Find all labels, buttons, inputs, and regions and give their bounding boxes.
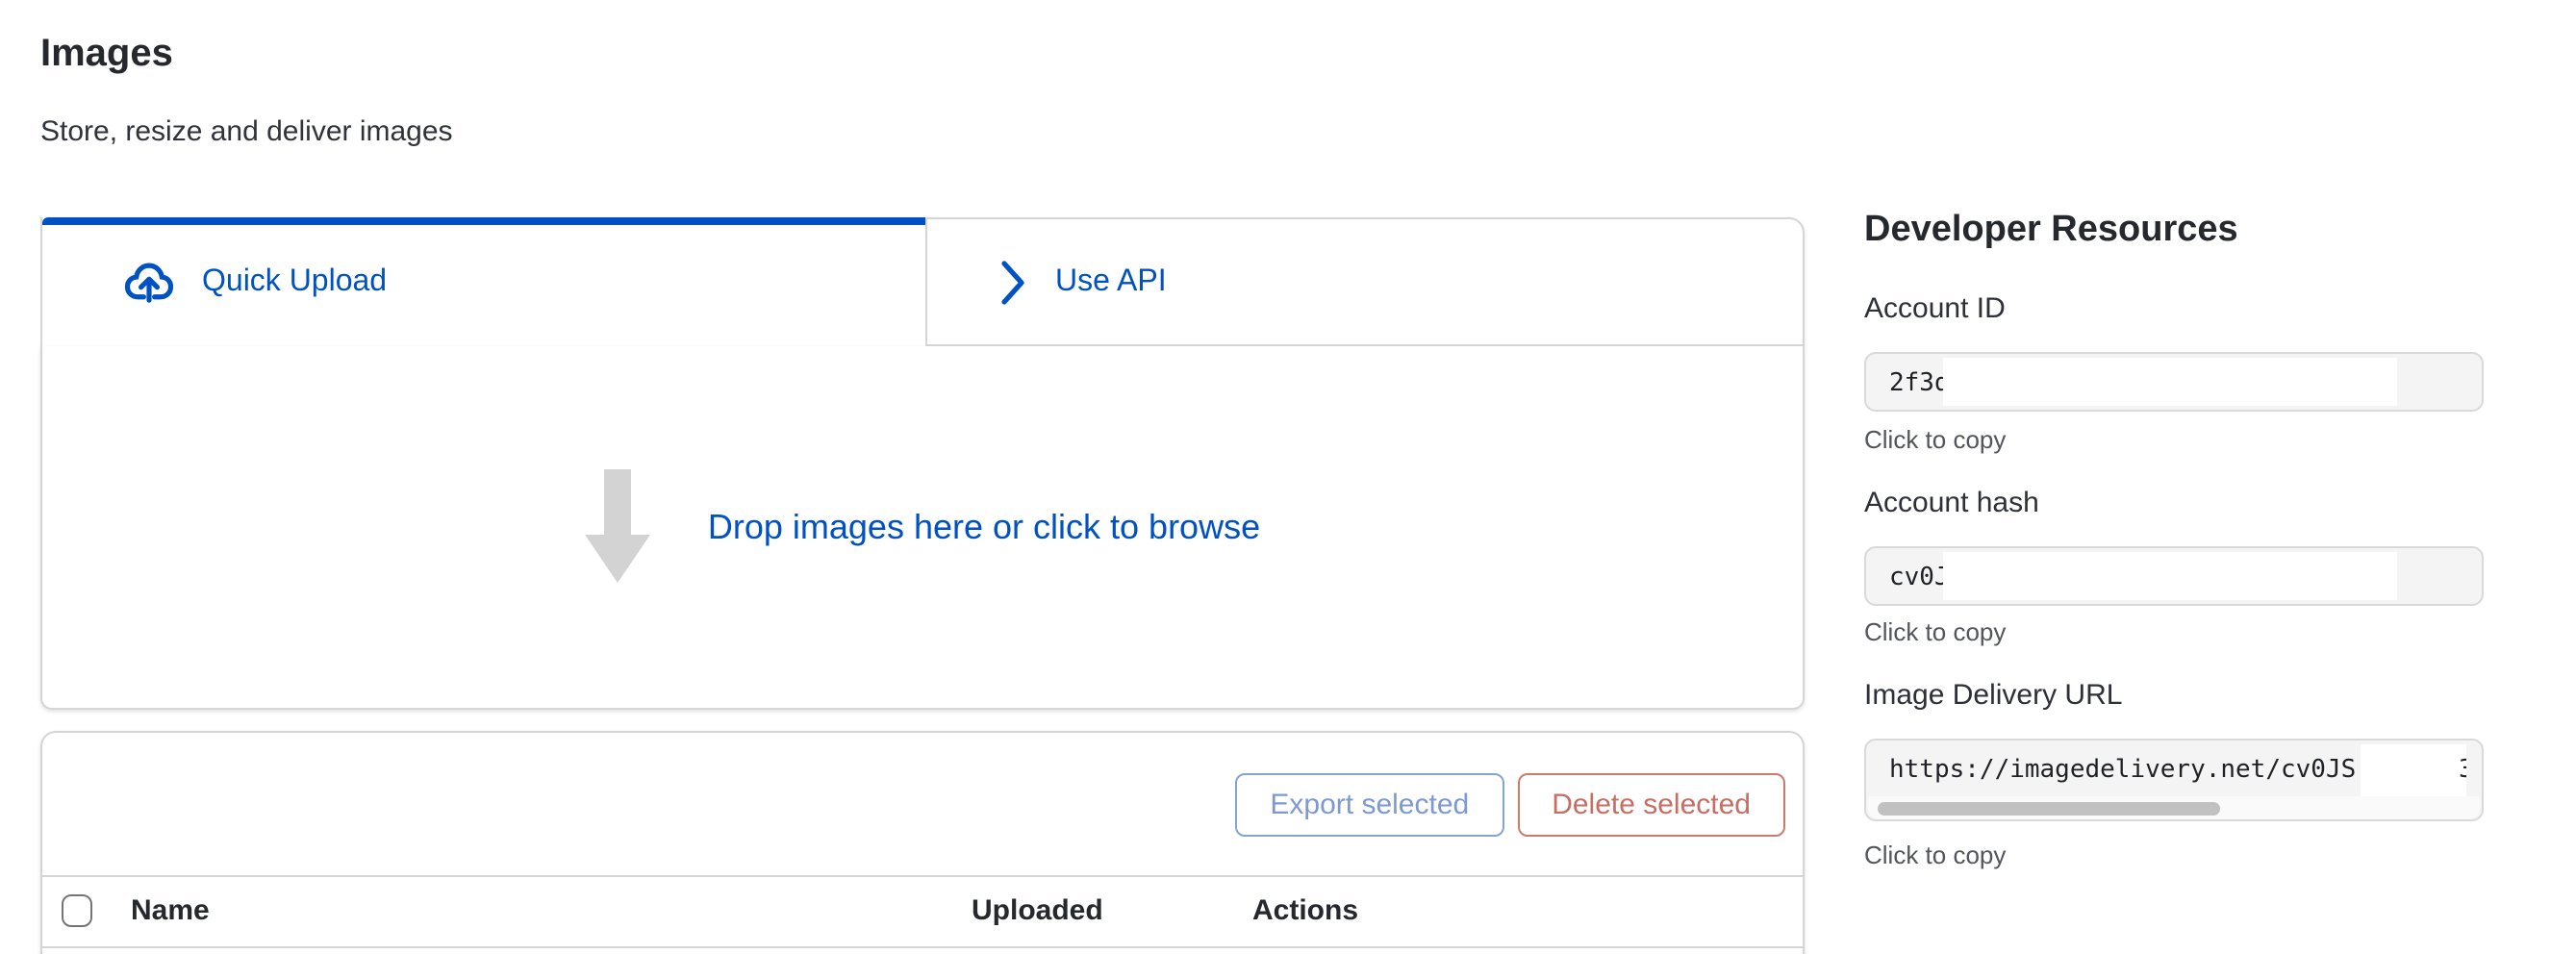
image-delivery-url-copy-hint: Click to copy xyxy=(1864,841,2006,869)
page-subtitle: Store, resize and deliver images xyxy=(40,115,453,148)
redaction-overlay xyxy=(1943,552,2397,600)
account-id-value: 2f3d xyxy=(1889,369,1950,398)
column-header-actions: Actions xyxy=(1252,894,1358,927)
account-id-copy-field[interactable]: 2f3d xyxy=(1864,352,2484,412)
url-horizontal-scrollbar xyxy=(1868,796,2480,819)
account-hash-copy-hint: Click to copy xyxy=(1864,617,2006,646)
table-toolbar: Export selected Delete selected xyxy=(42,733,1803,877)
drop-arrow-icon xyxy=(585,469,650,585)
image-delivery-url-value: https://imagedelivery.net/cv0JS xyxy=(1889,756,2356,785)
column-header-uploaded: Uploaded xyxy=(972,894,1103,927)
table-header-row: Name Uploaded Actions xyxy=(42,877,1803,948)
tab-quick-upload[interactable]: Quick Upload xyxy=(40,217,924,346)
account-hash-value: cv0J xyxy=(1889,564,1950,592)
dropzone-label: Drop images here or click to browse xyxy=(708,507,1260,547)
account-id-label: Account ID xyxy=(1864,292,2006,325)
tab-use-api-label: Use API xyxy=(1055,264,1167,299)
account-hash-copy-field[interactable]: cv0J xyxy=(1864,546,2484,606)
developer-resources-title: Developer Resources xyxy=(1864,210,2238,252)
images-table-card: Export selected Delete selected Name Upl… xyxy=(40,731,1805,954)
export-selected-button[interactable]: Export selected xyxy=(1235,772,1503,836)
column-header-name: Name xyxy=(131,894,210,927)
cloud-upload-icon xyxy=(123,260,175,304)
image-dropzone[interactable]: Drop images here or click to browse xyxy=(40,346,1805,710)
tab-use-api[interactable]: Use API xyxy=(924,217,1805,346)
url-scrollbar-thumb[interactable] xyxy=(1878,801,2220,815)
redaction-overlay xyxy=(2361,744,2466,800)
image-delivery-url-copy-field[interactable]: https://imagedelivery.net/cv0JS 3 xyxy=(1864,739,2484,821)
select-all-checkbox[interactable] xyxy=(62,894,92,927)
chevron-right-icon xyxy=(999,259,1024,305)
page-title: Images xyxy=(40,33,173,77)
upload-tabs: Quick Upload Use API xyxy=(40,217,1805,346)
account-id-copy-hint: Click to copy xyxy=(1864,425,2006,454)
image-delivery-url-clipped-char: 3 xyxy=(2459,756,2466,789)
images-page: Images Store, resize and deliver images … xyxy=(0,0,2576,954)
image-delivery-url-label: Image Delivery URL xyxy=(1864,679,2122,712)
redaction-overlay xyxy=(1943,358,2397,406)
delete-selected-button[interactable]: Delete selected xyxy=(1517,772,1785,836)
tab-quick-upload-label: Quick Upload xyxy=(202,264,387,299)
account-hash-label: Account hash xyxy=(1864,487,2039,519)
